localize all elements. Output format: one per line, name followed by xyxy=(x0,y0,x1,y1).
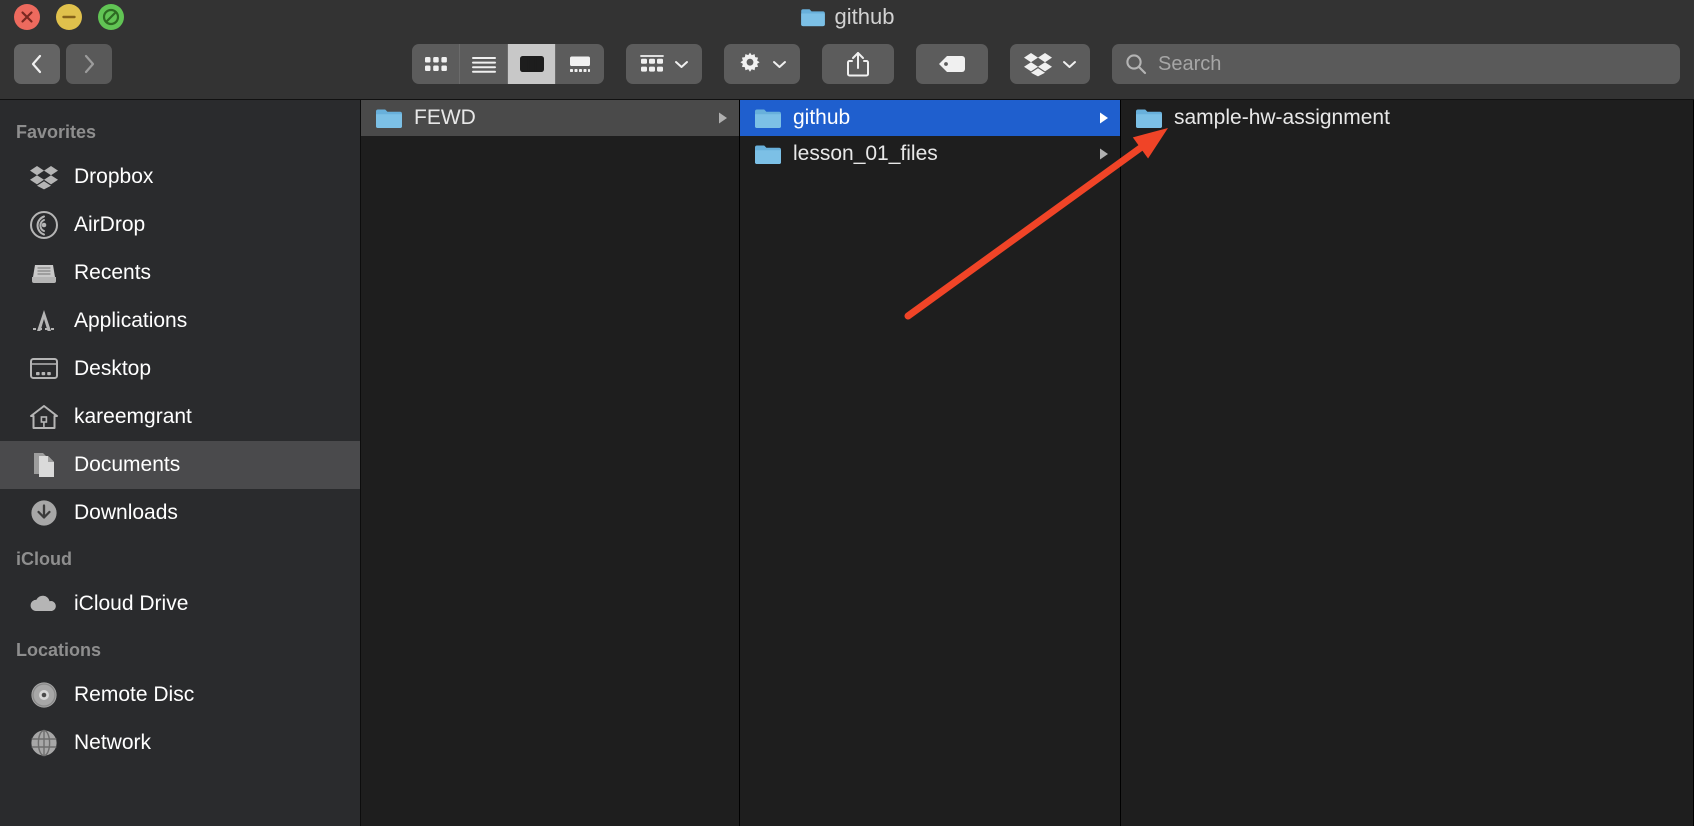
sidebar-item-label: Applications xyxy=(74,309,188,332)
icon-view-button[interactable] xyxy=(412,44,460,84)
forward-button[interactable] xyxy=(66,44,112,84)
tag-icon xyxy=(939,56,965,72)
disclosure-triangle-icon xyxy=(1100,112,1108,124)
dropbox-button[interactable] xyxy=(1010,44,1090,84)
sidebar-item-kareemgrant[interactable]: kareemgrant xyxy=(0,393,360,441)
column-browser: FEWD github lesson_01_files sample-hw-as… xyxy=(361,100,1694,826)
chevron-down-icon xyxy=(675,61,688,68)
sidebar-section-favorites-header: Favorites xyxy=(16,122,97,142)
chevron-left-icon xyxy=(31,54,42,74)
column-row-sample-hw-assignment[interactable]: sample-hw-assignment xyxy=(1121,100,1693,136)
documents-icon xyxy=(28,449,60,481)
search-icon xyxy=(1126,54,1147,75)
sidebar-item-downloads[interactable]: Downloads xyxy=(0,489,360,537)
chevron-right-icon xyxy=(84,54,95,74)
group-items-button[interactable] xyxy=(626,44,702,84)
column-2: github lesson_01_files xyxy=(740,100,1121,826)
gallery-icon xyxy=(570,56,590,72)
column-row-label: github xyxy=(793,106,851,129)
action-menu-button[interactable] xyxy=(724,44,800,84)
sidebar-item-applications[interactable]: Applications xyxy=(0,297,360,345)
downloads-icon xyxy=(28,497,60,529)
sidebar-item-recents[interactable]: Recents xyxy=(0,249,360,297)
sidebar-item-icloud-drive[interactable]: iCloud Drive xyxy=(0,580,360,628)
sidebar-item-dropbox[interactable]: Dropbox xyxy=(0,153,360,201)
gallery-view-button[interactable] xyxy=(556,44,604,84)
sidebar-item-label: kareemgrant xyxy=(74,405,192,428)
sidebar-item-remote-disc[interactable]: Remote Disc xyxy=(0,671,360,719)
gear-icon xyxy=(740,52,760,72)
page-title: github xyxy=(834,4,895,29)
recents-icon xyxy=(28,257,60,289)
sidebar-section-icloud-header: iCloud xyxy=(16,549,72,569)
window-title-bar: github xyxy=(0,0,1694,34)
folder-icon xyxy=(800,9,825,27)
sidebar: Favorites Dropbox AirDrop Recents Applic… xyxy=(0,100,361,826)
cloud-icon xyxy=(28,588,60,620)
column-view-button[interactable] xyxy=(508,44,556,84)
disc-icon xyxy=(28,679,60,711)
sidebar-item-documents[interactable]: Documents xyxy=(0,441,360,489)
disclosure-triangle-icon xyxy=(719,112,727,124)
chevron-down-icon xyxy=(1063,61,1076,68)
sidebar-item-desktop[interactable]: Desktop xyxy=(0,345,360,393)
sidebar-item-label: iCloud Drive xyxy=(74,592,189,615)
column-3: sample-hw-assignment xyxy=(1121,100,1694,826)
sidebar-item-label: Recents xyxy=(74,261,152,284)
dropbox-icon xyxy=(1024,53,1052,77)
titlebar: github Search xyxy=(0,0,1694,100)
column-row-fewd[interactable]: FEWD xyxy=(361,100,739,136)
sidebar-item-network[interactable]: Network xyxy=(0,719,360,767)
column-row-label: lesson_01_files xyxy=(793,142,938,165)
sidebar-section-locations-header: Locations xyxy=(16,640,102,660)
group-grid-icon xyxy=(640,55,664,72)
airdrop-icon xyxy=(28,209,60,241)
network-icon xyxy=(28,727,60,759)
folder-icon xyxy=(1136,109,1162,128)
applications-icon xyxy=(28,305,60,337)
sidebar-item-label: Network xyxy=(74,731,152,754)
list-icon xyxy=(471,57,496,73)
desktop-icon xyxy=(28,353,60,385)
window-body: Favorites Dropbox AirDrop Recents Applic… xyxy=(0,100,1694,826)
view-mode-segmented-control xyxy=(412,44,604,84)
navigation-group xyxy=(14,44,112,84)
sidebar-item-label: Dropbox xyxy=(74,165,154,188)
sidebar-item-label: Downloads xyxy=(74,501,178,524)
grid-icon xyxy=(424,57,447,71)
sidebar-item-airdrop[interactable]: AirDrop xyxy=(0,201,360,249)
sidebar-item-label: Remote Disc xyxy=(74,683,195,706)
chevron-down-icon xyxy=(773,61,786,68)
column-row-github[interactable]: github xyxy=(740,100,1120,136)
back-button[interactable] xyxy=(14,44,60,84)
column-1: FEWD xyxy=(361,100,740,826)
share-icon xyxy=(847,52,869,77)
column-row-lesson-01-files[interactable]: lesson_01_files xyxy=(740,136,1120,172)
dropbox-icon xyxy=(28,161,60,193)
search-placeholder: Search xyxy=(1158,52,1222,75)
folder-icon xyxy=(376,109,402,128)
finder-window: github Search Favorites Dropbox AirDrop … xyxy=(0,0,1694,826)
sidebar-item-label: Documents xyxy=(74,453,181,476)
search-field[interactable]: Search xyxy=(1112,44,1680,84)
toolbar: Search xyxy=(0,34,1694,94)
list-view-button[interactable] xyxy=(460,44,508,84)
sidebar-item-label: AirDrop xyxy=(74,213,146,236)
folder-icon xyxy=(755,109,781,128)
folder-icon xyxy=(755,145,781,164)
tags-button[interactable] xyxy=(916,44,988,84)
column-row-label: sample-hw-assignment xyxy=(1174,106,1390,129)
sidebar-item-label: Desktop xyxy=(74,357,152,380)
disclosure-triangle-icon xyxy=(1100,148,1108,160)
columns-icon xyxy=(519,56,544,72)
column-row-label: FEWD xyxy=(414,106,476,129)
home-icon xyxy=(28,401,60,433)
share-button[interactable] xyxy=(822,44,894,84)
